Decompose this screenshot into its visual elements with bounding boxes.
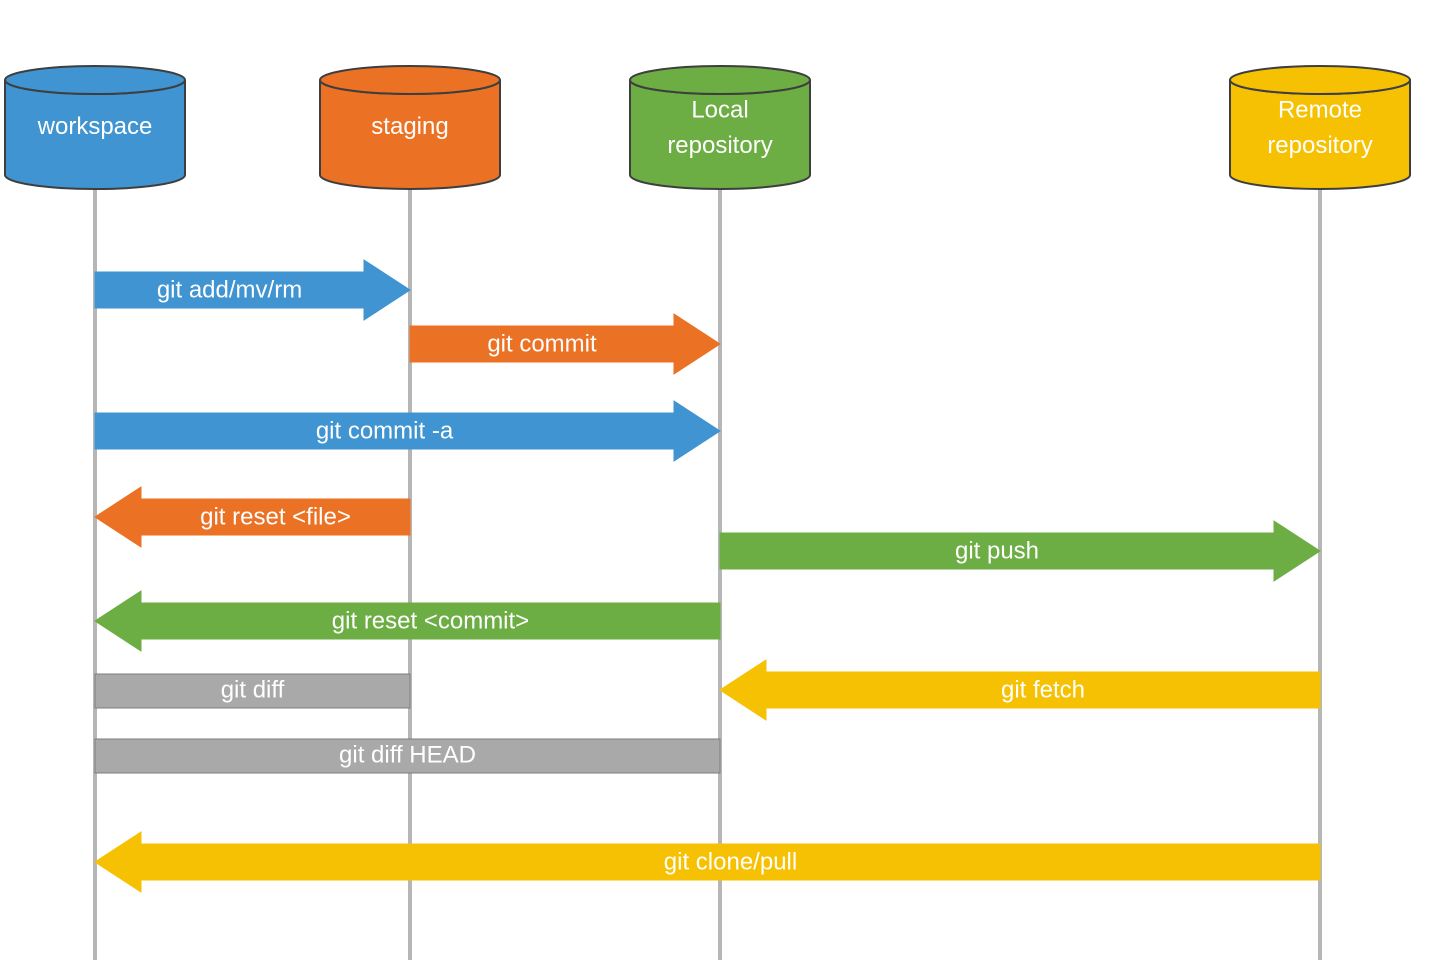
cylinder-label-remote-2: repository: [1267, 132, 1372, 159]
arrow-label-add: git add/mv/rm: [157, 276, 302, 303]
arrow-label-push: git push: [955, 537, 1039, 564]
arrow-label-clone-pull: git clone/pull: [664, 848, 797, 875]
band-label-diff-head: git diff HEAD: [339, 741, 476, 768]
cylinder-label-local-1: Local: [691, 97, 748, 124]
arrow-label-reset-commit: git reset <commit>: [332, 607, 529, 634]
cylinder-label-remote-1: Remote: [1278, 97, 1362, 124]
arrow-commit-a: git commit -a: [95, 401, 720, 461]
band-diff: git diff: [95, 674, 410, 708]
cylinder-staging: staging: [320, 66, 500, 189]
cylinder-label-staging: staging: [371, 113, 448, 140]
arrow-add: git add/mv/rm: [95, 260, 410, 320]
arrow-label-reset-file: git reset <file>: [200, 503, 351, 530]
arrow-clone-pull: git clone/pull: [95, 832, 1320, 892]
band-diff-head: git diff HEAD: [95, 739, 720, 773]
cylinder-local: Local repository: [630, 66, 810, 189]
arrow-label-commit-a: git commit -a: [316, 417, 454, 444]
arrow-reset-commit: git reset <commit>: [95, 591, 720, 651]
arrow-push: git push: [720, 521, 1320, 581]
arrow-label-commit: git commit: [487, 330, 597, 357]
band-label-diff: git diff: [221, 676, 285, 703]
arrow-label-fetch: git fetch: [1001, 676, 1085, 703]
cylinder-label-local-2: repository: [667, 132, 772, 159]
arrow-fetch: git fetch: [720, 660, 1320, 720]
arrow-commit: git commit: [410, 314, 720, 374]
cylinder-label-workspace: workspace: [37, 113, 153, 140]
git-flow-diagram: workspace staging Local repository Remote rep…: [0, 0, 1450, 969]
cylinder-workspace: workspace: [5, 66, 185, 189]
arrow-reset-file: git reset <file>: [95, 487, 410, 547]
cylinder-remote: Remote repository: [1230, 66, 1410, 189]
